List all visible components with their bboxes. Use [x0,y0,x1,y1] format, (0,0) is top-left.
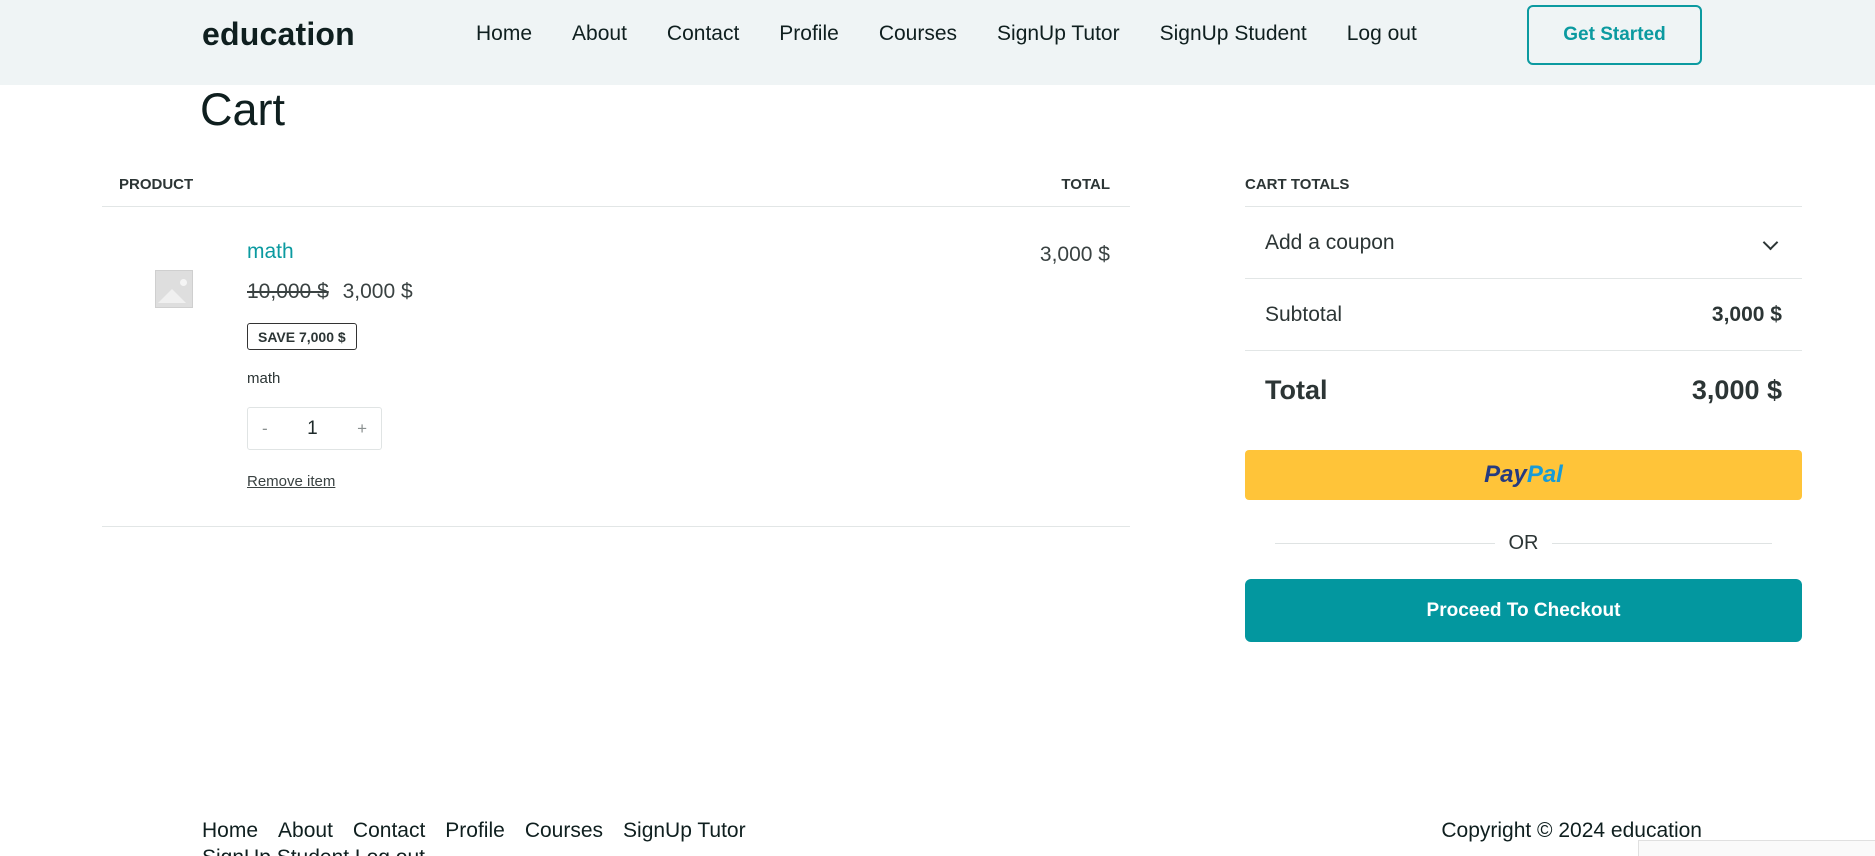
footer-nav-second-line[interactable]: SignUp Student Log out [202,846,425,856]
cart-table-header: PRODUCT TOTAL [102,170,1130,207]
footer-nav-signup-tutor[interactable]: SignUp Tutor [623,819,746,843]
nav-profile[interactable]: Profile [779,22,839,46]
column-header-total: TOTAL [1061,176,1110,193]
sale-price: 3,000 $ [342,280,413,303]
original-price: 10,000 $ [247,280,329,303]
site-header: education Home About Contact Profile Cou… [0,0,1875,85]
divider-line-right [1552,543,1772,544]
subtotal-label: Subtotal [1265,303,1343,326]
footer-nav-profile[interactable]: Profile [445,819,505,843]
subtotal-row: Subtotal 3,000 $ [1245,279,1802,351]
footer-nav-contact[interactable]: Contact [353,819,425,843]
main-nav: Home About Contact Profile Courses SignU… [476,22,1457,46]
footer-nav: Home About Contact Profile Courses SignU… [202,819,766,843]
subtotal-value: 3,000 $ [1711,303,1782,326]
cart-item-row: math 10,000 $ 3,000 $ SAVE 7,000 $ math … [102,207,1130,527]
recaptcha-badge[interactable] [1638,840,1875,856]
line-total: 3,000 $ [1039,243,1110,266]
coupon-toggle[interactable]: Add a coupon [1245,207,1802,279]
total-row: Total 3,000 $ [1245,351,1802,431]
nav-signup-student[interactable]: SignUp Student [1160,22,1307,46]
product-thumbnail-placeholder-icon[interactable] [155,270,193,308]
total-value: 3,000 $ [1691,375,1782,405]
quantity-input[interactable]: 1 [307,418,318,440]
coupon-label: Add a coupon [1265,231,1395,254]
chevron-down-icon[interactable] [1762,234,1779,251]
quantity-stepper: - 1 + [247,407,382,450]
page-title: Cart [200,84,286,135]
footer-nav-courses[interactable]: Courses [525,819,603,843]
footer-nav-home[interactable]: Home [202,819,258,843]
proceed-to-checkout-button[interactable]: Proceed To Checkout [1245,579,1802,642]
quantity-increase-button[interactable]: + [357,419,367,439]
column-header-product: PRODUCT [119,176,194,193]
site-logo[interactable]: education [202,16,355,53]
total-label: Total [1265,375,1328,405]
paypal-logo-pay: Pay [1484,461,1527,488]
nav-logout[interactable]: Log out [1347,22,1417,46]
remove-item-link[interactable]: Remove item [247,473,335,490]
cart-totals-heading: CART TOTALS [1245,176,1350,193]
or-divider: OR [1275,532,1772,556]
product-description: math [247,370,281,387]
footer-nav-about[interactable]: About [278,819,333,843]
cart-totals-header: CART TOTALS [1245,170,1802,207]
save-badge: SAVE 7,000 $ [247,323,357,350]
product-price: 10,000 $ 3,000 $ [247,280,413,304]
nav-about[interactable]: About [572,22,627,46]
nav-contact[interactable]: Contact [667,22,739,46]
product-name-link[interactable]: math [247,240,294,264]
nav-courses[interactable]: Courses [879,22,957,46]
paypal-logo-pal: Pal [1526,461,1563,488]
nav-signup-tutor[interactable]: SignUp Tutor [997,22,1120,46]
quantity-decrease-button[interactable]: - [262,419,268,439]
nav-home[interactable]: Home [476,22,532,46]
paypal-button[interactable]: Pay Pal [1245,450,1802,500]
get-started-button[interactable]: Get Started [1527,5,1702,65]
